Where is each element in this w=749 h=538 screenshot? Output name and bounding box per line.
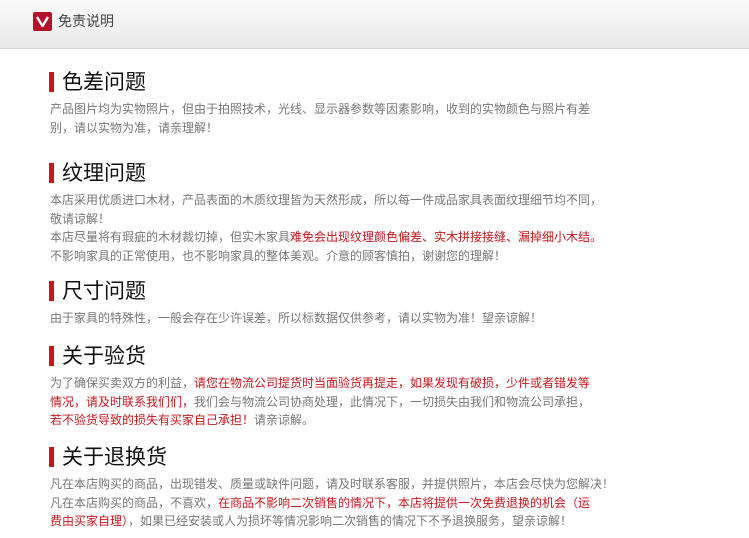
section-title: 色差问题: [62, 70, 146, 94]
body-line: 产品图片均为实物照片，但由于拍照技术，光线、显示器参数等因素影响，收到的实物颜色…: [50, 100, 737, 119]
section-color-difference: 色差问题 产品图片均为实物照片，但由于拍照技术，光线、显示器参数等因素影响，收到…: [47, 68, 737, 137]
body-text: 本店采用优质进口木材，产品表面的木质纹理皆为天然形成，所以每一件成品家具表面纹理…: [50, 193, 603, 207]
section-title: 关于验货: [62, 344, 146, 368]
body-line: 本店采用优质进口木材，产品表面的木质纹理皆为天然形成，所以每一件成品家具表面纹理…: [50, 191, 737, 210]
body-line: 情况，请及时联系我们们，我们会与物流公司协商处理，此情况下，一切损失由我们和物流…: [50, 393, 737, 412]
section-body: 为了确保买卖双方的利益，请您在物流公司提货时当面验货再提走，如果发现有破损，少件…: [47, 374, 737, 430]
highlight-text: 在商品不影响二次销售的情况下，本店将提供一次免费退换的机会（运: [218, 495, 591, 510]
body-line: 凡在本店购买的商品，不喜欢，在商品不影响二次销售的情况下，本店将提供一次免费退换…: [50, 494, 737, 513]
body-text: 凡在本店购买的商品，不喜欢，: [50, 495, 219, 510]
highlight-text: 请您在物流公司提货时当面验货再提走，如果发现有破损，少件或者错发等: [194, 376, 591, 390]
body-line: 若不验货导致的损失有买家自己承担！请亲谅解。: [50, 411, 737, 430]
section-title: 尺寸问题: [62, 279, 146, 303]
section-returns: 关于退换货 凡在本店购买的商品，出现错发、质量或缺件问题，请及时联系客服，并提供…: [47, 443, 737, 531]
header-title: 免责说明: [58, 14, 114, 30]
body-line: 别，请以实物为准，请亲理解！: [50, 119, 737, 138]
section-body: 产品图片均为实物照片，但由于拍照技术，光线、显示器参数等因素影响，收到的实物颜色…: [47, 100, 737, 137]
section-body: 本店采用优质进口木材，产品表面的木质纹理皆为天然形成，所以每一件成品家具表面纹理…: [47, 191, 737, 265]
body-line: 不影响家具的正常使用，也不影响家具的整体美观。介意的顾客慎拍，谢谢您的理解！: [50, 247, 737, 266]
highlight-text: 若不验货导致的损失有买家自己承担！: [50, 413, 255, 427]
section-inspection: 关于验货 为了确保买卖双方的利益，请您在物流公司提货时当面验货再提走，如果发现有…: [47, 342, 737, 430]
body-text: 请亲谅解。: [254, 413, 315, 427]
body-text: 由于家具的特殊性，一般会存在少许误差，所以标数据仅供参考，请以实物为准！望亲谅解…: [50, 311, 543, 325]
section-body: 凡在本店购买的商品，出现错发、质量或缺件问题，请及时联系客服，并提供照片，本店会…: [47, 475, 737, 531]
section-title: 纹理问题: [62, 161, 146, 185]
title-accent-bar: [49, 163, 54, 183]
body-text: 不影响家具的正常使用，也不影响家具的整体美观。介意的顾客慎拍，谢谢您的理解！: [50, 248, 507, 263]
highlight-text: 费由买家自理）: [50, 514, 129, 528]
body-line: 凡在本店购买的商品，出现错发、质量或缺件问题，请及时联系客服，并提供照片，本店会…: [50, 475, 737, 494]
v-logo-icon: [33, 12, 52, 31]
title-accent-bar: [49, 72, 54, 92]
highlight-text: 难免会出现纹理颜色偏差、实木拼接接缝、漏掉细小木结。: [290, 230, 603, 244]
body-text: 敬请谅解！: [50, 211, 111, 226]
section-size: 尺寸问题 由于家具的特殊性，一般会存在少许误差，所以标数据仅供参考，请以实物为准…: [47, 277, 737, 328]
body-line: 敬请谅解！: [50, 210, 737, 229]
body-text: 我们会与物流公司协商处理，此情况下，一切损失由我们和物流公司承担，: [194, 394, 591, 409]
title-accent-bar: [49, 447, 54, 467]
section-title: 关于退换货: [62, 445, 167, 469]
body-text: 为了确保买卖双方的利益，: [50, 376, 195, 390]
body-line: 费由买家自理），如果已经安装或人为损坏等情况影响二次销售的情况下不予退换服务，望…: [50, 512, 737, 531]
body-text: 产品图片均为实物照片，但由于拍照技术，光线、显示器参数等因素影响，收到的实物颜色…: [50, 102, 591, 116]
title-accent-bar: [49, 281, 54, 301]
title-accent-bar: [49, 346, 54, 366]
body-text: 凡在本店购买的商品，出现错发、质量或缺件问题，请及时联系客服，并提供照片，本店会…: [50, 477, 615, 491]
body-text: 本店尽量将有瑕疵的木材裁切掉，但实木家具: [50, 230, 291, 244]
page-header: 免责说明: [0, 0, 749, 49]
body-line: 本店尽量将有瑕疵的木材裁切掉，但实木家具难免会出现纹理颜色偏差、实木拼接接缝、漏…: [50, 228, 737, 247]
body-line: 为了确保买卖双方的利益，请您在物流公司提货时当面验货再提走，如果发现有破损，少件…: [50, 374, 737, 393]
section-texture: 纹理问题 本店采用优质进口木材，产品表面的木质纹理皆为天然形成，所以每一件成品家…: [47, 159, 737, 265]
section-body: 由于家具的特殊性，一般会存在少许误差，所以标数据仅供参考，请以实物为准！望亲谅解…: [47, 309, 737, 328]
body-text: 别，请以实物为准，请亲理解！: [50, 120, 219, 135]
highlight-text: 情况，请及时联系我们们，: [50, 394, 195, 409]
body-line: 由于家具的特殊性，一般会存在少许误差，所以标数据仅供参考，请以实物为准！望亲谅解…: [50, 309, 737, 328]
body-text: ，如果已经安装或人为损坏等情况影响二次销售的情况下不予退换服务，望亲谅解！: [128, 514, 573, 528]
